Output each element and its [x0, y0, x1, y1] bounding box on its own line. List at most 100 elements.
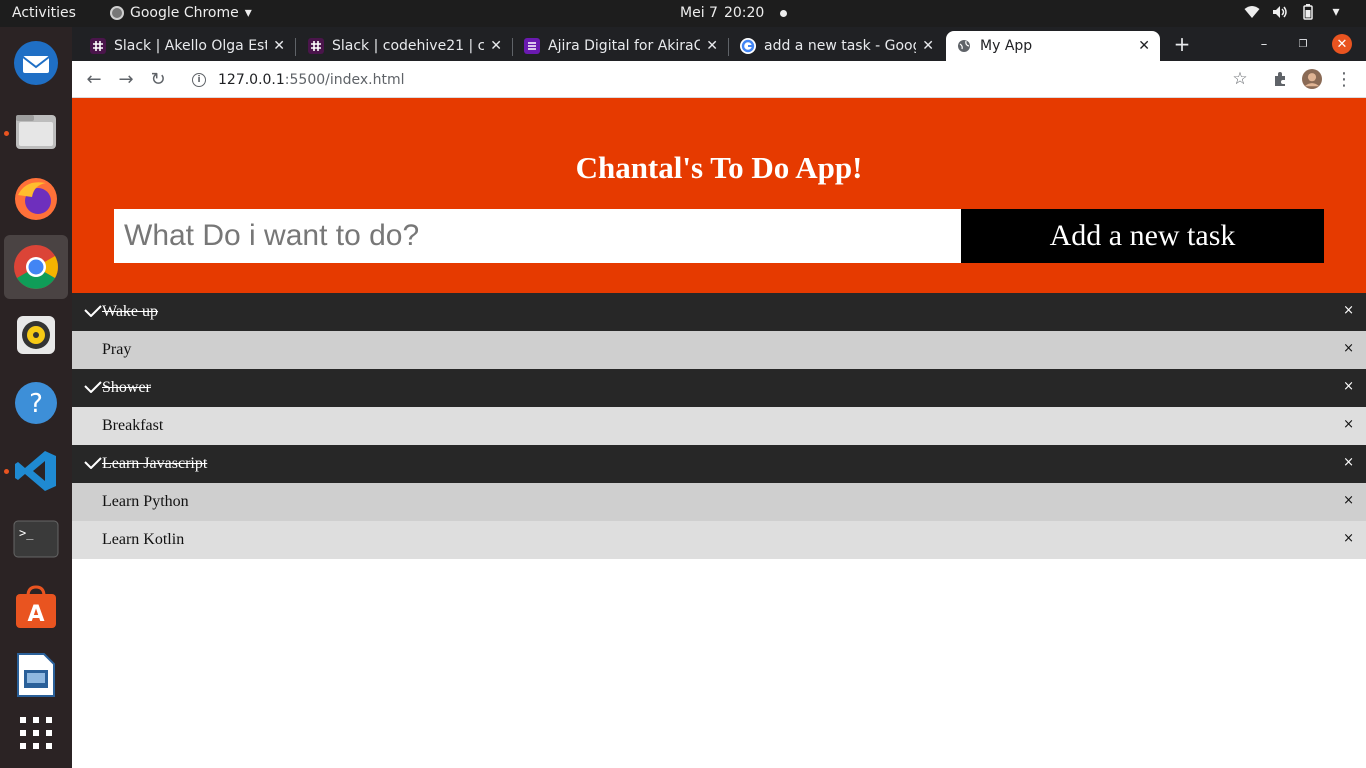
dock-firefox[interactable] — [4, 167, 68, 231]
dock-thunderbird[interactable] — [4, 31, 68, 95]
volume-icon — [1272, 4, 1288, 20]
task-label: Wake up — [102, 303, 159, 320]
remove-task-button[interactable]: × — [1343, 531, 1354, 546]
browser-tab[interactable]: Ajira Digital for AkiraCh ✕ — [514, 31, 728, 61]
task-input[interactable]: What Do i want to do? — [114, 209, 961, 263]
remove-task-button[interactable]: × — [1343, 455, 1354, 470]
task-item[interactable]: Shower × — [72, 369, 1366, 407]
remove-task-button[interactable]: × — [1343, 341, 1354, 356]
task-item[interactable]: Learn Javascript × — [72, 445, 1366, 483]
browser-tab[interactable]: add a new task - Google ✕ — [730, 31, 944, 61]
tab-title: My App — [980, 38, 1033, 54]
tab-title: add a new task - Google — [764, 38, 916, 54]
wifi-icon — [1244, 4, 1260, 20]
tab-title: Slack | codehive21 | cod — [332, 38, 485, 54]
gnome-top-bar: Activities Google Chrome ▾ Mei 7 20:20 ▾ — [0, 0, 1366, 27]
task-label: Learn Python — [102, 493, 189, 510]
dock-help[interactable]: ? — [4, 371, 68, 435]
browser-tab[interactable]: Slack | codehive21 | cod ✕ — [298, 31, 512, 61]
software-center-icon: A — [16, 585, 56, 628]
task-list: Wake up × Pray × Shower × Breakfast × Learn Java… — [72, 293, 1366, 559]
add-task-button[interactable]: Add a new task — [961, 209, 1324, 263]
more-menu-icon[interactable]: ⋮ — [1334, 69, 1354, 90]
app-header: Chantal's To Do App! What Do i want to d… — [72, 98, 1366, 293]
checkmark-icon — [84, 381, 102, 393]
window-close-button[interactable]: ✕ — [1332, 34, 1352, 54]
dock-impress[interactable] — [4, 643, 68, 707]
close-icon[interactable]: ✕ — [273, 38, 285, 54]
slack-icon — [90, 38, 106, 54]
notification-dot — [780, 9, 788, 17]
dock-software[interactable]: A — [4, 575, 68, 639]
url-host: 127.0.0.1 — [218, 71, 285, 88]
reload-button[interactable]: ↻ — [148, 69, 168, 90]
chrome-icon — [14, 245, 58, 289]
dock-vscode[interactable] — [4, 439, 68, 503]
close-icon[interactable]: ✕ — [922, 38, 934, 54]
close-icon[interactable]: ✕ — [490, 38, 502, 54]
vscode-icon — [15, 451, 56, 491]
browser-toolbar: ← → ↻ i 127.0.0.1:5500/index.html ☆ ⋮ — [72, 61, 1366, 98]
task-label: Shower — [102, 379, 151, 396]
chevron-down-icon: ▾ — [244, 5, 252, 21]
close-icon[interactable]: ✕ — [706, 38, 718, 54]
dock-show-apps[interactable] — [4, 701, 68, 765]
svg-text:?: ? — [29, 389, 43, 419]
dock-rhythmbox[interactable] — [4, 303, 68, 367]
checkmark-icon — [84, 457, 102, 469]
task-label: Learn Javascript — [102, 455, 208, 472]
system-tray[interactable]: ▾ — [1244, 4, 1344, 20]
app-menu-label: Google Chrome — [130, 5, 239, 21]
new-tab-button[interactable]: + — [1172, 32, 1192, 56]
bookmark-star-icon[interactable]: ☆ — [1230, 69, 1250, 89]
forward-button[interactable]: → — [116, 69, 136, 90]
tab-separator — [295, 38, 296, 56]
google-icon — [740, 38, 756, 54]
dock-files[interactable] — [4, 99, 68, 163]
task-item[interactable]: Pray × — [72, 331, 1366, 369]
svg-text:A: A — [27, 602, 44, 627]
browser-tab-active[interactable]: My App ✕ — [946, 31, 1160, 61]
svg-text:>_: >_ — [19, 526, 34, 540]
dock-chrome[interactable] — [4, 235, 68, 299]
forms-icon — [524, 38, 540, 54]
globe-icon — [956, 38, 972, 54]
address-bar[interactable]: i 127.0.0.1:5500/index.html — [180, 65, 1260, 94]
chevron-down-icon: ▾ — [1332, 4, 1340, 20]
clock[interactable]: Mei 7 20:20 — [680, 5, 788, 21]
terminal-icon: >_ — [13, 520, 59, 558]
site-info-icon[interactable]: i — [192, 72, 206, 87]
dock: ? >_ A — [0, 27, 72, 768]
task-item[interactable]: Learn Kotlin × — [72, 521, 1366, 559]
checkmark-icon — [84, 305, 102, 317]
browser-tab[interactable]: Slack | Akello Olga Esth ✕ — [80, 31, 295, 61]
extensions-icon[interactable] — [1270, 69, 1290, 89]
battery-icon — [1300, 4, 1316, 20]
remove-task-button[interactable]: × — [1343, 493, 1354, 508]
remove-task-button[interactable]: × — [1343, 303, 1354, 318]
task-item[interactable]: Breakfast × — [72, 407, 1366, 445]
profile-avatar[interactable] — [1302, 69, 1322, 89]
web-page: Chantal's To Do App! What Do i want to d… — [72, 98, 1366, 768]
task-item[interactable]: Learn Python × — [72, 483, 1366, 521]
dock-terminal[interactable]: >_ — [4, 507, 68, 571]
minimize-button[interactable]: – — [1254, 34, 1274, 54]
remove-task-button[interactable]: × — [1343, 417, 1354, 432]
task-label: Breakfast — [102, 417, 164, 434]
tab-separator — [512, 38, 513, 56]
maximize-button[interactable]: ❐ — [1293, 34, 1313, 54]
task-label: Learn Kotlin — [102, 531, 185, 548]
thunderbird-icon — [14, 41, 58, 85]
url-path: :5500/index.html — [284, 71, 405, 88]
task-item[interactable]: Wake up × — [72, 293, 1366, 331]
chrome-small-icon — [110, 6, 124, 20]
close-icon[interactable]: ✕ — [1138, 38, 1150, 54]
app-menu[interactable]: Google Chrome ▾ — [110, 5, 252, 21]
tab-separator — [728, 38, 729, 56]
files-icon — [16, 115, 56, 149]
remove-task-button[interactable]: × — [1343, 379, 1354, 394]
activities-button[interactable]: Activities — [12, 5, 76, 21]
app-title: Chantal's To Do App! — [575, 150, 863, 185]
libreoffice-impress-icon — [17, 653, 55, 697]
back-button[interactable]: ← — [84, 69, 104, 90]
